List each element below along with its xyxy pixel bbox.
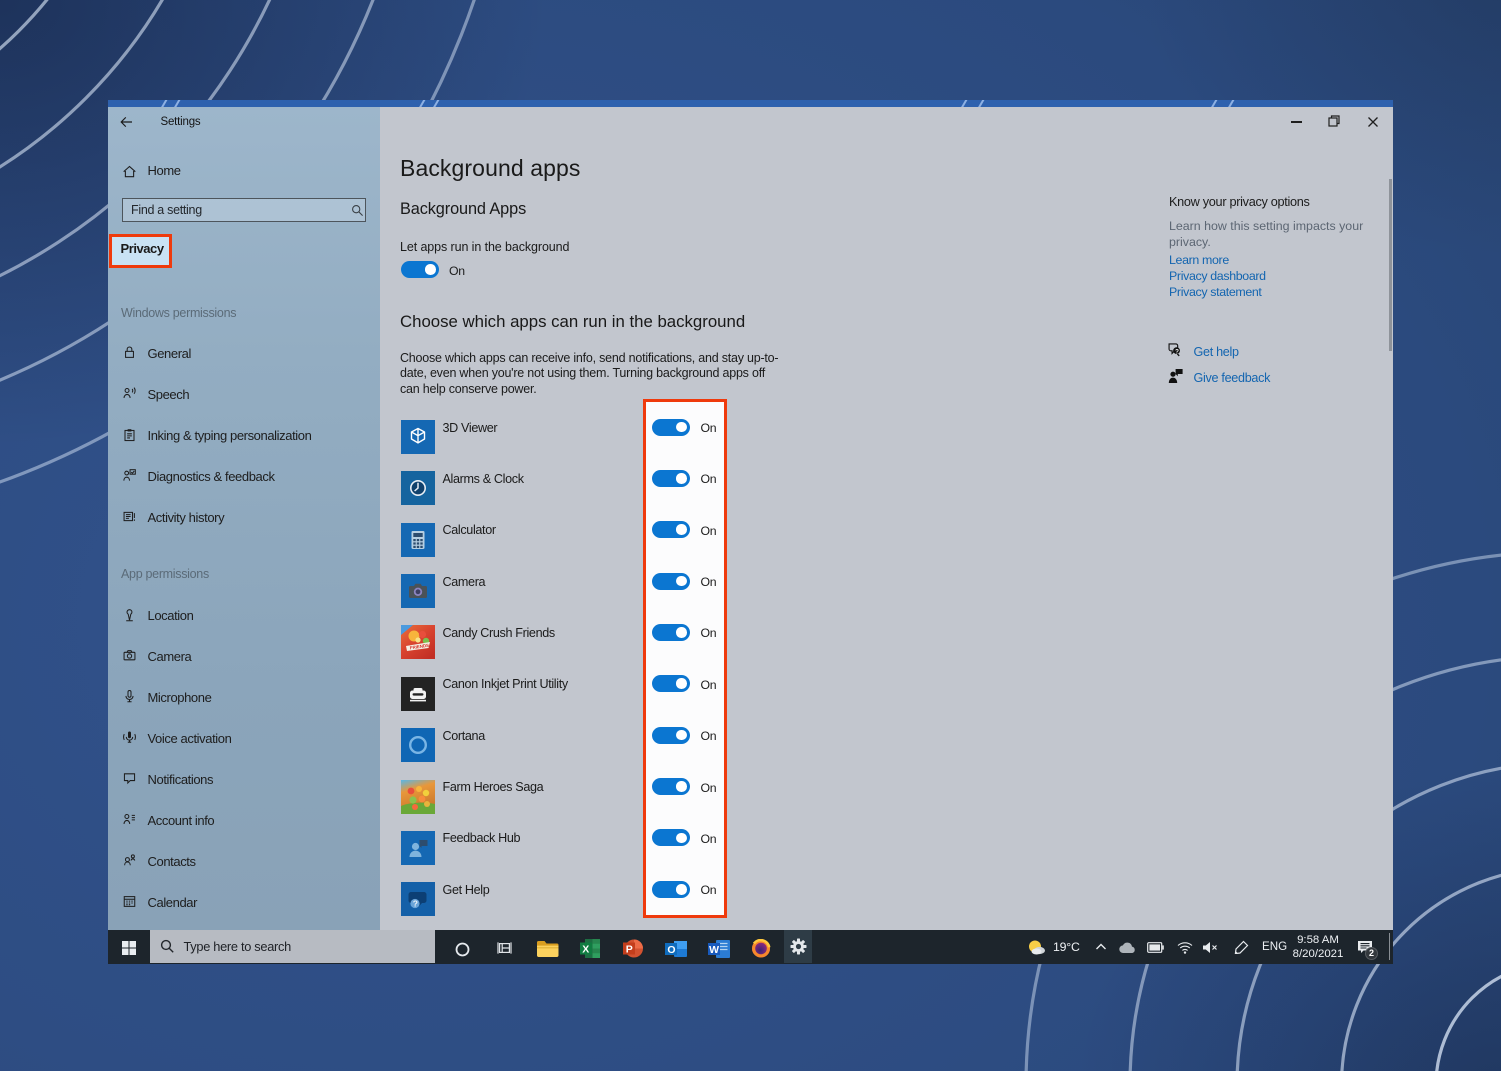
svg-text:W: W bbox=[709, 943, 719, 955]
svg-text:P: P bbox=[626, 943, 633, 955]
svg-text:X: X bbox=[582, 943, 589, 955]
svg-text:?: ? bbox=[413, 899, 418, 909]
svg-text:O: O bbox=[667, 943, 675, 955]
